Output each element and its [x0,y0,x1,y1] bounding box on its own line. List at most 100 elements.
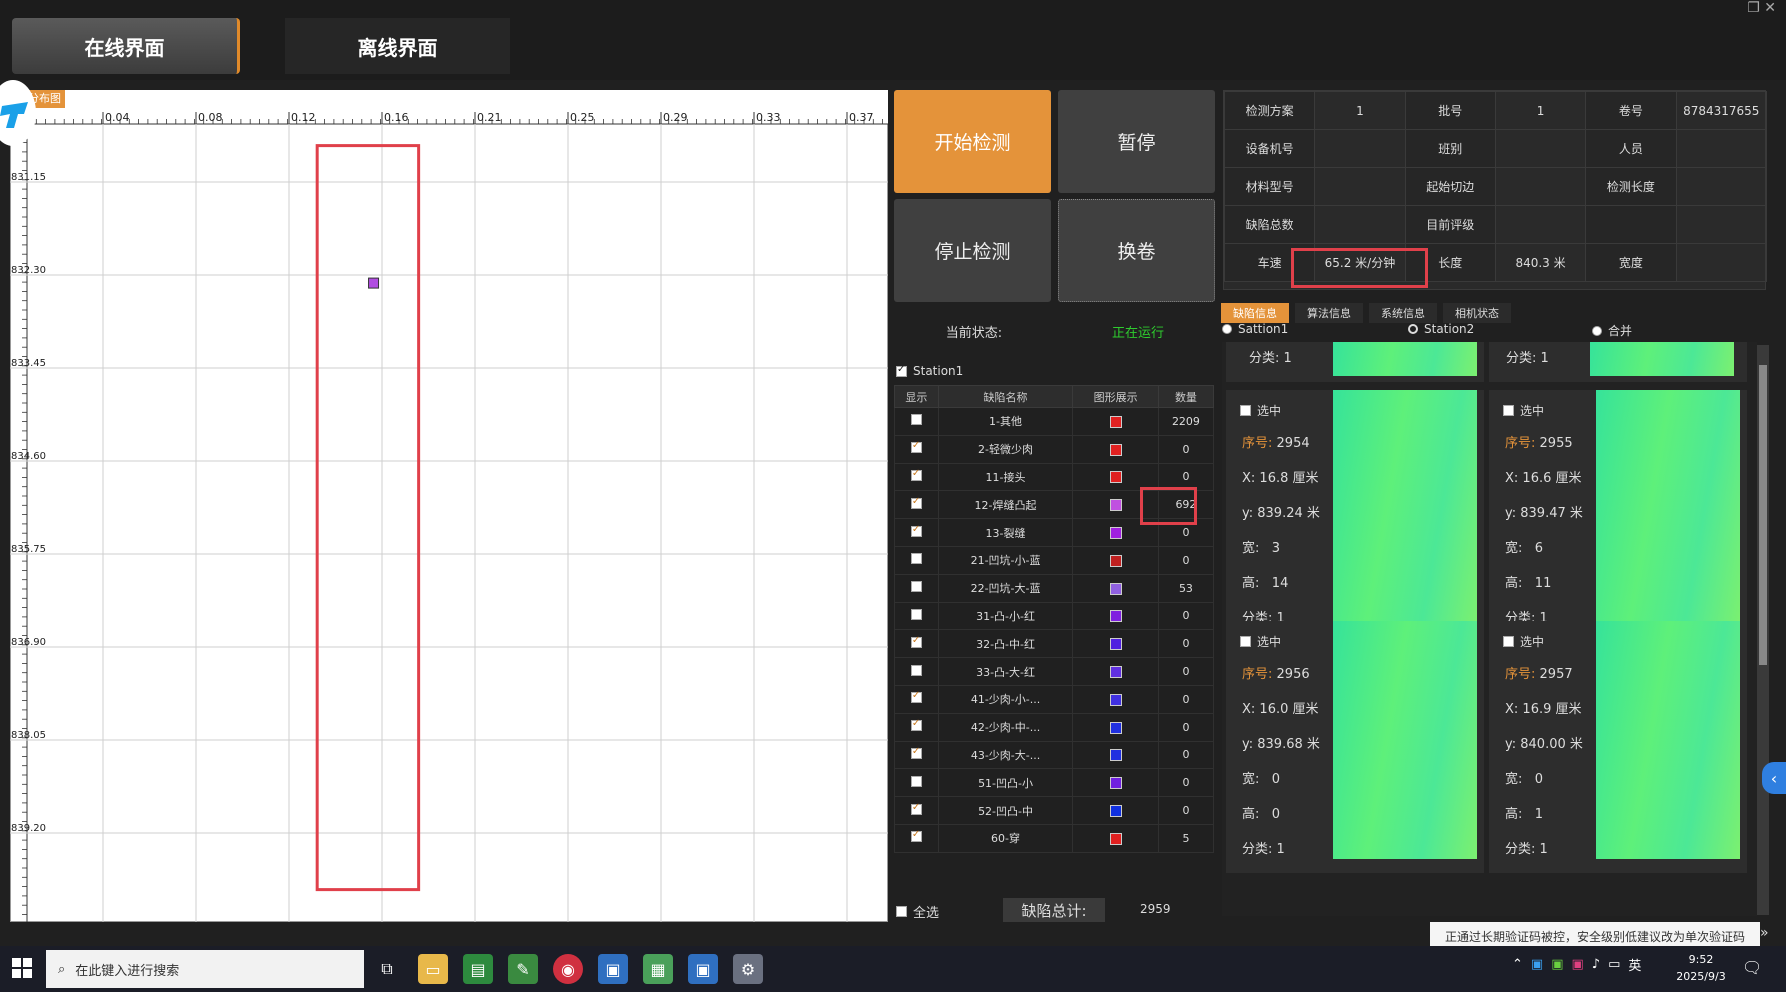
radio-dot[interactable] [1408,324,1418,334]
defect-swatch-cell [1072,768,1159,798]
app-tool-icon[interactable]: ⚙ [733,954,763,984]
window-controls[interactable]: ❐ ✕ [1747,0,1776,16]
radio-dot[interactable] [1592,325,1602,336]
tray-app2-icon[interactable]: ▣ [1551,957,1563,972]
show-checkbox[interactable] [910,746,922,759]
show-checkbox[interactable] [910,553,922,565]
show-checkbox[interactable] [910,581,922,593]
show-checkbox[interactable] [910,802,922,815]
card-select[interactable]: 选中 [1240,402,1281,419]
radio-station2[interactable]: Station2 [1408,322,1474,336]
tab-system-info[interactable]: 系统信息 [1369,303,1437,323]
defect-swatch-cell [1072,740,1159,770]
defect-name: 33-凸-大-红 [937,657,1074,686]
volume-icon[interactable]: ♪ [1592,957,1600,972]
defect-name: 60-穿 [937,823,1074,853]
tray-app-icon[interactable]: ▣ [1531,957,1543,972]
defect-card[interactable]: 选中 序号: 2956 X: 16.0 厘米 y: 839.68 米宽: 0 高: 0 分… [1226,621,1484,873]
radio-merge[interactable]: 合并 [1592,322,1632,339]
pause-button[interactable]: 暂停 [1058,90,1215,193]
chevron-up-icon[interactable]: ⌃ [1512,957,1523,972]
close-icon[interactable]: ✕ [1764,0,1776,16]
defect-card-partial[interactable]: 分类: 1 [1489,342,1747,382]
double-chevron-right-icon[interactable]: » [1760,925,1769,941]
change-reel-button[interactable]: 换卷 [1058,199,1215,302]
card-select[interactable]: 选中 [1240,633,1281,650]
seq-value: 2954 [1276,436,1310,451]
tab-algorithm-info[interactable]: 算法信息 [1295,303,1363,323]
float-logo-icon[interactable] [0,80,36,146]
app-window2-icon[interactable]: ▣ [688,954,718,984]
station1-checkbox[interactable]: Station1 [896,364,963,378]
taskbar-search[interactable]: ⌕ 在此键入进行搜索 [46,950,364,988]
data-point [368,277,380,289]
app-record-icon[interactable]: ◉ [553,954,583,984]
checkbox[interactable] [896,364,907,377]
notification-icon[interactable]: 🗨 [1742,958,1762,977]
taskbar-clock[interactable]: 9:52 2025/9/3 [1670,951,1732,985]
show-cell [894,684,939,714]
radio-label: 合并 [1608,324,1633,338]
info-value: 840.3 米 [1494,243,1587,282]
app-edit-icon[interactable]: ✎ [508,954,538,984]
x-value: X: 16.0 厘米 [1242,702,1319,717]
scrollbar-thumb[interactable] [1759,365,1767,665]
network-icon[interactable]: ▭ [1608,957,1620,972]
show-checkbox[interactable] [910,775,922,787]
show-checkbox[interactable] [910,690,922,704]
language-indicator[interactable]: 英 [1628,955,1641,974]
defect-swatch-cell [1072,657,1159,686]
defect-card[interactable]: 选中 序号: 2955 X: 16.6 厘米 y: 839.47 米宽: 6 高: 11… [1489,390,1747,642]
show-cell [894,490,939,520]
card-select[interactable]: 选中 [1503,633,1544,650]
app-active-icon[interactable]: ▦ [643,954,673,984]
checkbox[interactable] [1240,405,1251,416]
radio-dot[interactable] [1222,324,1232,334]
stop-detection-button[interactable]: 停止检测 [894,199,1051,302]
checkbox[interactable] [1240,636,1251,647]
app-window-icon[interactable]: ▣ [598,954,628,984]
show-checkbox[interactable] [910,829,922,843]
show-checkbox[interactable] [910,608,922,620]
show-checkbox[interactable] [910,635,922,648]
windows-start-icon[interactable] [12,958,34,980]
tab-camera-status[interactable]: 相机状态 [1443,303,1511,323]
show-checkbox[interactable] [910,440,922,454]
select-all-checkbox[interactable]: 全选 [896,902,939,921]
info-value [1494,129,1587,168]
tray-app3-icon[interactable]: ▣ [1572,957,1584,972]
show-cell [894,657,939,686]
show-checkbox[interactable] [910,468,922,481]
defect-card[interactable]: 选中 序号: 2954 X: 16.8 厘米 y: 839.24 米宽: 3 高: 14… [1226,390,1484,642]
height-value: 1 [1534,807,1544,822]
checkbox[interactable] [1503,636,1514,647]
defect-card-partial[interactable]: 分类: 1 [1226,342,1484,382]
app-monitor-icon[interactable]: ▤ [463,954,493,984]
file-explorer-icon[interactable]: ▭ [418,954,448,984]
show-checkbox[interactable] [910,496,922,509]
width-label: 宽: [1242,772,1260,787]
start-detection-button[interactable]: 开始检测 [894,90,1051,193]
defect-color-swatch [1109,554,1122,567]
chevron-left-icon[interactable]: ‹ [1762,762,1786,794]
show-checkbox[interactable] [910,718,922,732]
tab-offline[interactable]: 离线界面 [285,18,510,74]
defect-card[interactable]: 选中 序号: 2957 X: 16.9 厘米 y: 840.00 米宽: 0 高: 1分… [1489,621,1747,873]
defect-count: 0 [1157,434,1215,464]
radio-station1[interactable]: Sattion1 [1222,322,1288,336]
select-label: 选中 [1257,404,1282,418]
checkbox[interactable] [896,906,907,917]
task-view-icon[interactable]: ⧉ [372,954,402,984]
card-select[interactable]: 选中 [1503,402,1544,419]
defect-color-swatch [1109,693,1122,706]
show-checkbox[interactable] [910,414,922,426]
x-tick-label: 0.29 [663,111,688,124]
show-checkbox[interactable] [910,664,922,676]
restore-icon[interactable]: ❐ [1747,0,1760,16]
tab-defect-info[interactable]: 缺陷信息 [1221,303,1289,323]
checkbox[interactable] [1503,405,1514,416]
tab-online[interactable]: 在线界面 [12,18,240,74]
radio-label: Station2 [1424,322,1475,336]
defect-color-swatch [1109,777,1122,790]
show-checkbox[interactable] [910,524,922,537]
